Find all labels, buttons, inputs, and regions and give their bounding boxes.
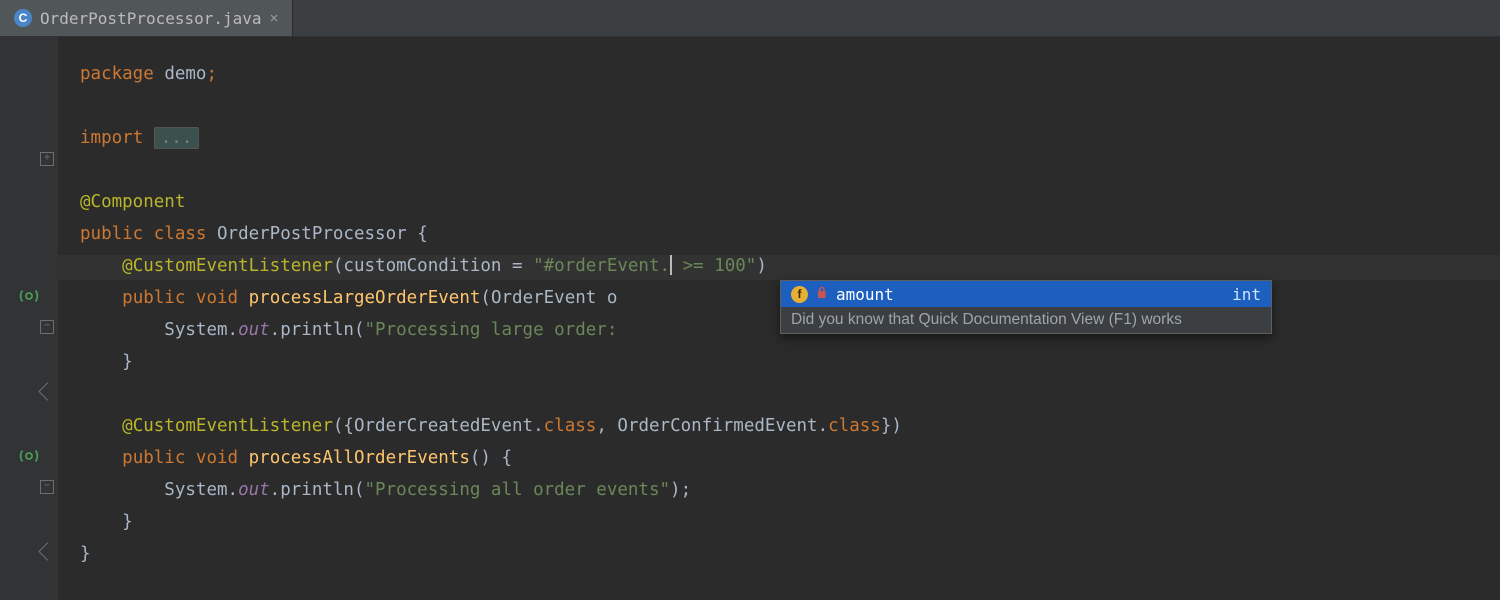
code-line[interactable]: } bbox=[80, 510, 133, 534]
code-line[interactable]: import ... bbox=[80, 126, 199, 150]
code-line[interactable]: public void processAllOrderEvents() { bbox=[80, 446, 512, 470]
code-line[interactable]: @Component bbox=[80, 190, 185, 214]
field-icon: f bbox=[791, 286, 808, 303]
completion-popup[interactable]: f amount int Did you know that Quick Doc… bbox=[780, 280, 1272, 334]
completion-name: amount bbox=[836, 285, 1224, 304]
code-area[interactable]: package demo; import ... @Component publ… bbox=[58, 37, 1500, 600]
listener-gutter-icon[interactable] bbox=[0, 284, 58, 308]
tab-orderpostprocessor[interactable]: C OrderPostProcessor.java × bbox=[0, 0, 293, 36]
class-icon: C bbox=[14, 9, 32, 27]
code-line[interactable]: @CustomEventListener({OrderCreatedEvent.… bbox=[80, 414, 902, 438]
fold-collapse-icon[interactable]: − bbox=[40, 480, 54, 494]
close-icon[interactable]: × bbox=[270, 10, 279, 27]
code-line[interactable]: public class OrderPostProcessor { bbox=[80, 222, 428, 246]
code-line[interactable]: System.out.println("Processing large ord… bbox=[80, 318, 617, 342]
code-line[interactable]: package demo; bbox=[80, 62, 217, 86]
code-line[interactable]: public void processLargeOrderEvent(Order… bbox=[80, 286, 617, 310]
editor[interactable]: + − − package demo; import ... @Componen… bbox=[0, 37, 1500, 600]
code-line[interactable]: } bbox=[80, 350, 133, 374]
code-line[interactable]: } bbox=[80, 542, 91, 566]
tab-bar: C OrderPostProcessor.java × bbox=[0, 0, 1500, 37]
fold-expand-icon[interactable]: + bbox=[40, 152, 54, 166]
fold-end-icon bbox=[38, 382, 56, 400]
completion-tip: Did you know that Quick Documentation Vi… bbox=[781, 307, 1271, 333]
listener-gutter-icon[interactable] bbox=[0, 444, 58, 468]
tab-filename: OrderPostProcessor.java bbox=[40, 9, 262, 28]
lock-icon bbox=[816, 286, 828, 303]
fold-placeholder[interactable]: ... bbox=[154, 127, 200, 149]
fold-collapse-icon[interactable]: − bbox=[40, 320, 54, 334]
code-line[interactable]: @CustomEventListener(customCondition = "… bbox=[80, 254, 767, 278]
code-line[interactable]: System.out.println("Processing all order… bbox=[80, 478, 691, 502]
gutter[interactable]: + − − bbox=[0, 37, 58, 600]
completion-type: int bbox=[1232, 285, 1261, 304]
fold-end-icon bbox=[38, 542, 56, 560]
completion-item[interactable]: f amount int bbox=[781, 281, 1271, 307]
